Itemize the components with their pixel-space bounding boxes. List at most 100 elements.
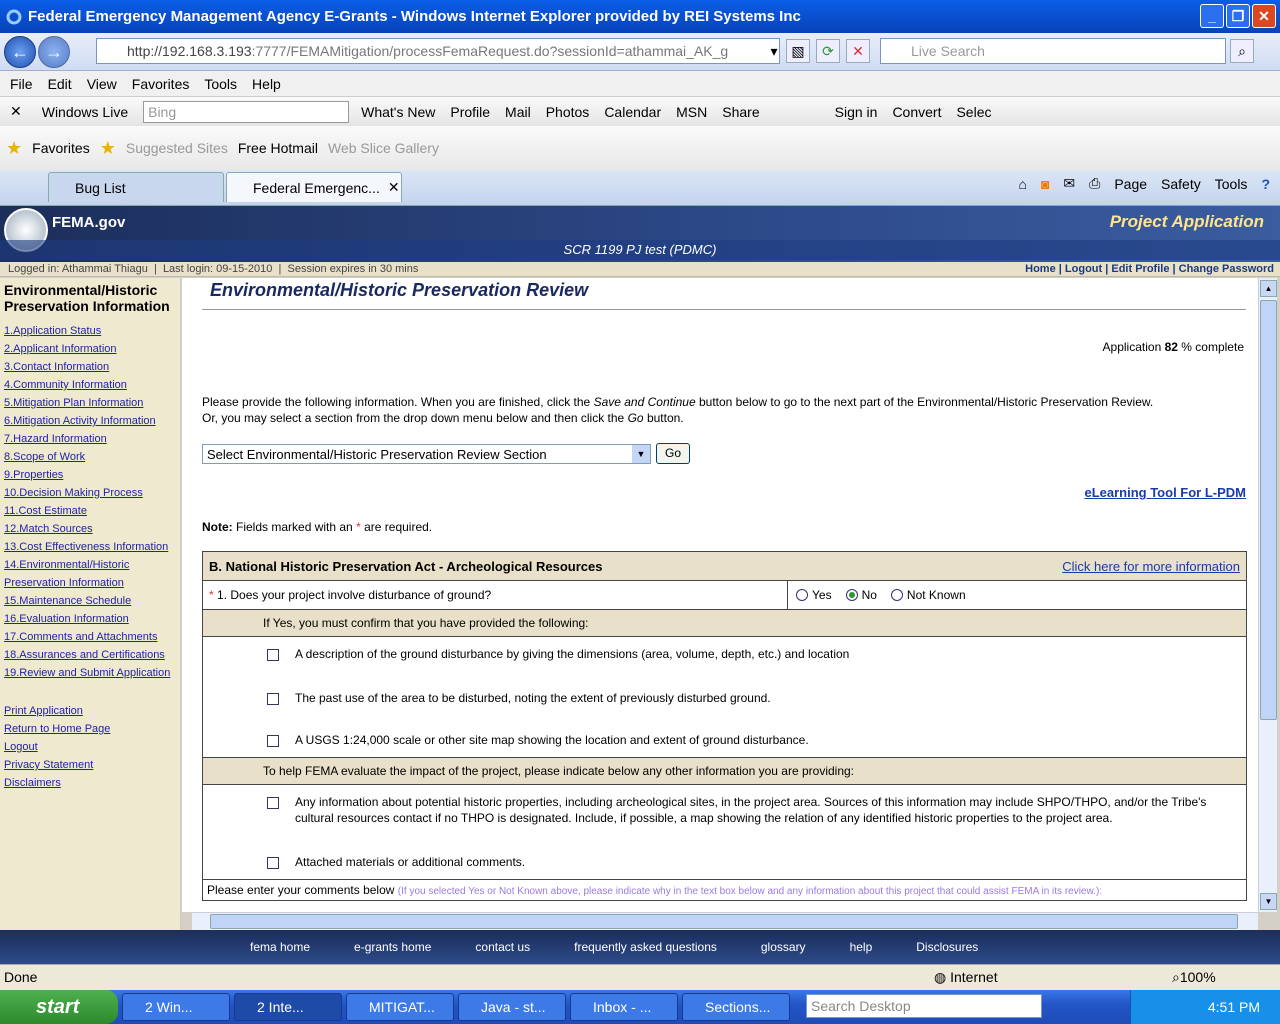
menu-edit[interactable]: Edit bbox=[48, 76, 72, 92]
address-input[interactable]: http://192.168.3.193:7777/FEMAMitigation… bbox=[96, 38, 780, 64]
menu-tools[interactable]: Tools bbox=[204, 76, 237, 92]
zoom-level[interactable]: ⌕100% bbox=[1172, 969, 1216, 986]
section-select[interactable]: Select Environmental/Historic Preservati… bbox=[202, 444, 651, 464]
wl-photos[interactable]: Photos bbox=[546, 104, 590, 120]
sidebar-logout-link[interactable]: Logout bbox=[4, 738, 176, 756]
footer-egrants-home[interactable]: e-grants home bbox=[354, 940, 431, 954]
sidebar-item-match-sources[interactable]: 12.Match Sources bbox=[4, 520, 176, 538]
mail-icon[interactable]: ✉ bbox=[1063, 175, 1075, 192]
wl-whats-new[interactable]: What's New bbox=[361, 104, 435, 120]
wl-mail[interactable]: Mail bbox=[505, 104, 531, 120]
close-button[interactable]: ✕ bbox=[1252, 4, 1276, 28]
wl-profile[interactable]: Profile bbox=[450, 104, 490, 120]
print-application-link[interactable]: Print Application bbox=[4, 702, 176, 720]
sidebar-item-assurances[interactable]: 18.Assurances and Certifications bbox=[4, 646, 176, 664]
checkbox-ground-description[interactable] bbox=[267, 649, 279, 661]
back-button[interactable]: ← bbox=[4, 36, 36, 68]
sidebar-item-evaluation-information[interactable]: 16.Evaluation Information bbox=[4, 610, 176, 628]
menu-file[interactable]: File bbox=[10, 76, 33, 92]
sidebar-item-scope-of-work[interactable]: 8.Scope of Work bbox=[4, 448, 176, 466]
help-icon[interactable]: ? bbox=[1261, 176, 1270, 192]
footer-contact-us[interactable]: contact us bbox=[475, 940, 530, 954]
tab-close-icon[interactable]: ✕ bbox=[388, 179, 400, 196]
scroll-up-icon[interactable]: ▲ bbox=[1260, 280, 1277, 297]
web-slice-gallery[interactable]: Web Slice Gallery bbox=[328, 140, 439, 156]
sidebar-item-mitigation-activity[interactable]: 6.Mitigation Activity Information bbox=[4, 412, 176, 430]
taskbar-item-inbox[interactable]: Inbox - ... bbox=[570, 993, 678, 1021]
sidebar-item-cost-effectiveness[interactable]: 13.Cost Effectiveness Information bbox=[4, 538, 176, 556]
sidebar-item-properties[interactable]: 9.Properties bbox=[4, 466, 176, 484]
wl-calendar[interactable]: Calendar bbox=[604, 104, 661, 120]
windows-live-logo[interactable]: Windows Live bbox=[42, 104, 128, 120]
sidebar-item-hazard-information[interactable]: 7.Hazard Information bbox=[4, 430, 176, 448]
convert-button[interactable]: Convert bbox=[892, 104, 941, 120]
footer-glossary[interactable]: glossary bbox=[761, 940, 806, 954]
footer-disclosures[interactable]: Disclosures bbox=[916, 940, 978, 954]
privacy-statement-link[interactable]: Privacy Statement bbox=[4, 756, 176, 774]
taskbar-item-ie[interactable]: 2 Inte... bbox=[234, 993, 342, 1021]
bing-search-input[interactable]: Bing bbox=[143, 100, 350, 123]
maximize-button[interactable]: ❐ bbox=[1226, 4, 1250, 28]
menu-favorites[interactable]: Favorites bbox=[132, 76, 190, 92]
home-link[interactable]: Home bbox=[1025, 263, 1056, 275]
taskbar-item-windows[interactable]: 2 Win... bbox=[122, 993, 230, 1021]
change-password-link[interactable]: Change Password bbox=[1179, 263, 1274, 275]
checkbox-past-use[interactable] bbox=[267, 693, 279, 705]
radio-no[interactable] bbox=[845, 589, 858, 601]
page-menu[interactable]: Page bbox=[1114, 176, 1147, 192]
sidebar-item-cost-estimate[interactable]: 11.Cost Estimate bbox=[4, 502, 176, 520]
footer-faq[interactable]: frequently asked questions bbox=[574, 940, 717, 954]
taskbar-item-sections[interactable]: Sections... bbox=[682, 993, 790, 1021]
forward-button[interactable]: → bbox=[38, 36, 70, 68]
sidebar-item-applicant-information[interactable]: 2.Applicant Information bbox=[4, 340, 176, 358]
wl-share[interactable]: Share bbox=[722, 104, 759, 120]
close-toolbar-icon[interactable]: ✕ bbox=[10, 103, 22, 120]
tab-bug-list[interactable]: Bug List bbox=[48, 172, 224, 202]
taskbar-item-java[interactable]: Java - st... bbox=[458, 993, 566, 1021]
compat-view-icon[interactable]: ▧ bbox=[786, 39, 810, 63]
address-dropdown-icon[interactable]: ▾ bbox=[762, 39, 786, 63]
sidebar-item-environmental-historic[interactable]: 14.Environmental/Historic Preservation I… bbox=[4, 556, 176, 592]
refresh-icon[interactable]: ⟳ bbox=[816, 39, 840, 63]
elearning-link[interactable]: eLearning Tool For L-PDM bbox=[1084, 485, 1246, 500]
more-info-link[interactable]: Click here for more information bbox=[1062, 559, 1240, 574]
checkbox-historic-properties[interactable] bbox=[267, 797, 279, 809]
home-icon[interactable]: ⌂ bbox=[1018, 176, 1026, 192]
footer-help[interactable]: help bbox=[850, 940, 873, 954]
edit-profile-link[interactable]: Edit Profile bbox=[1111, 263, 1169, 275]
sidebar-item-mitigation-plan[interactable]: 5.Mitigation Plan Information bbox=[4, 394, 176, 412]
live-search-input[interactable]: Live Search bbox=[880, 38, 1226, 64]
favorites-button[interactable]: Favorites bbox=[32, 140, 90, 156]
select-button[interactable]: Selec bbox=[956, 104, 991, 120]
scroll-down-icon[interactable]: ▼ bbox=[1260, 893, 1277, 910]
wl-msn[interactable]: MSN bbox=[676, 104, 707, 120]
feeds-icon[interactable]: ◙ bbox=[1041, 176, 1049, 192]
sidebar-item-comments-attachments[interactable]: 17.Comments and Attachments bbox=[4, 628, 176, 646]
wl-sign-in[interactable]: Sign in bbox=[835, 104, 878, 120]
radio-yes[interactable] bbox=[796, 589, 808, 601]
checkbox-attached-materials[interactable] bbox=[267, 857, 279, 869]
sidebar-item-decision-making[interactable]: 10.Decision Making Process bbox=[4, 484, 176, 502]
sidebar-item-community-information[interactable]: 4.Community Information bbox=[4, 376, 176, 394]
minimize-button[interactable]: _ bbox=[1200, 4, 1224, 28]
sidebar-item-maintenance-schedule[interactable]: 15.Maintenance Schedule bbox=[4, 592, 176, 610]
return-home-link[interactable]: Return to Home Page bbox=[4, 720, 176, 738]
checkbox-usgs-map[interactable] bbox=[267, 735, 279, 747]
go-button[interactable]: Go bbox=[656, 443, 690, 464]
safety-menu[interactable]: Safety bbox=[1161, 176, 1201, 192]
free-hotmail[interactable]: Free Hotmail bbox=[238, 140, 318, 156]
menu-view[interactable]: View bbox=[87, 76, 117, 92]
disclaimers-link[interactable]: Disclaimers bbox=[4, 774, 176, 792]
radio-not-known[interactable] bbox=[890, 589, 903, 601]
vertical-scrollbar[interactable]: ▲ ▼ bbox=[1258, 278, 1277, 912]
start-button[interactable]: start bbox=[0, 990, 118, 1024]
logout-link[interactable]: Logout bbox=[1065, 263, 1102, 275]
search-icon[interactable]: ⌕ bbox=[1230, 39, 1254, 63]
suggested-sites[interactable]: Suggested Sites bbox=[126, 140, 228, 156]
tab-fema[interactable]: Federal Emergenc... ✕ bbox=[226, 172, 402, 202]
horizontal-scrollbar[interactable] bbox=[192, 912, 1258, 930]
menu-help[interactable]: Help bbox=[252, 76, 281, 92]
sidebar-item-application-status[interactable]: 1.Application Status bbox=[4, 322, 176, 340]
add-favorite-icon[interactable]: ★ bbox=[100, 138, 116, 159]
taskbar-item-mitigation[interactable]: MITIGAT... bbox=[346, 993, 454, 1021]
